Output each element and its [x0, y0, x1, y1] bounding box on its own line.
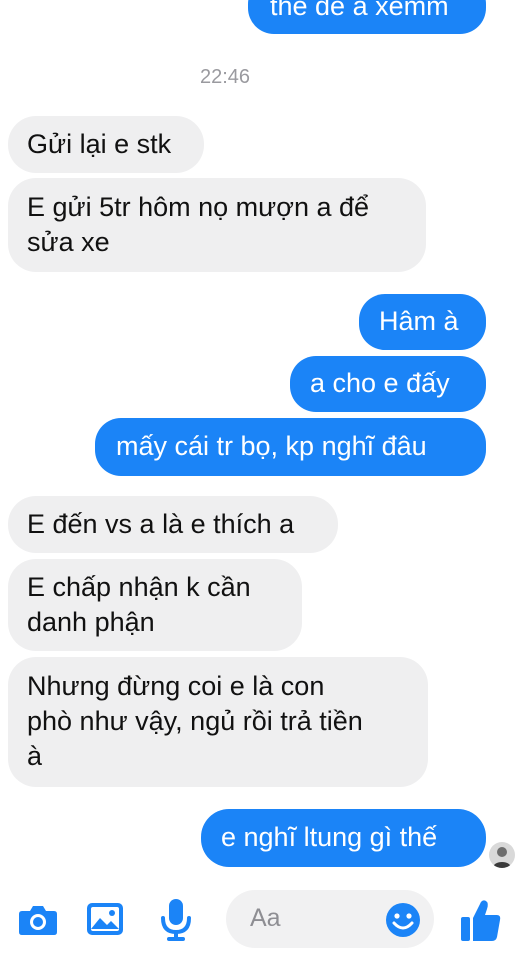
message-text: a cho e đấy — [310, 368, 450, 398]
timestamp: 22:46 — [199, 66, 251, 88]
seen-avatar — [489, 842, 515, 868]
message-bubble-incoming[interactable]: Gửi lại e stk — [8, 116, 204, 173]
message-text: à — [27, 741, 43, 771]
message-bubble-outgoing[interactable]: mấy cái tr bọ, kp nghĩ đâu — [95, 418, 486, 476]
message-input-placeholder: Aa — [250, 904, 281, 932]
microphone-icon[interactable] — [160, 898, 192, 947]
message-text: Nhưng đừng coi e là con — [27, 671, 325, 701]
message-bubble-incoming[interactable]: Nhưng đừng coi e là con phò như vậy, ngủ… — [8, 657, 428, 787]
message-text: e nghĩ ltung gì thế — [221, 822, 438, 852]
emoji-icon[interactable] — [385, 902, 421, 943]
message-text: phò như vậy, ngủ rồi trả tiền — [27, 706, 363, 736]
message-bubble-incoming[interactable]: E chấp nhận k cần danh phận — [8, 559, 302, 651]
message-bubble-outgoing[interactable]: a cho e đấy — [290, 356, 486, 412]
like-icon[interactable] — [460, 898, 502, 947]
person-icon — [493, 847, 511, 868]
message-text: danh phận — [27, 607, 155, 637]
message-text: thế để a xemm — [270, 0, 449, 21]
message-text: Gửi lại e stk — [27, 129, 172, 159]
message-text: Hâm à — [379, 306, 459, 336]
message-text: mấy cái tr bọ, kp nghĩ đâu — [116, 431, 427, 461]
camera-icon[interactable] — [18, 902, 58, 941]
message-bubble-incoming[interactable]: E gửi 5tr hôm nọ mượn a để sửa xe — [8, 178, 426, 272]
message-bubble-incoming[interactable]: E đến vs a là e thích a — [8, 496, 338, 553]
message-bubble-outgoing[interactable]: e nghĩ ltung gì thế — [201, 809, 486, 867]
message-text: E chấp nhận k cần — [27, 572, 251, 602]
message-text: E gửi 5tr hôm nọ mượn a để — [27, 192, 370, 222]
image-icon[interactable] — [86, 902, 124, 941]
message-bubble-outgoing[interactable]: Hâm à — [359, 294, 486, 350]
message-text: E đến vs a là e thích a — [27, 509, 295, 539]
message-text: sửa xe — [27, 227, 110, 257]
message-bubble-outgoing[interactable]: thế để a xemm — [248, 0, 486, 34]
